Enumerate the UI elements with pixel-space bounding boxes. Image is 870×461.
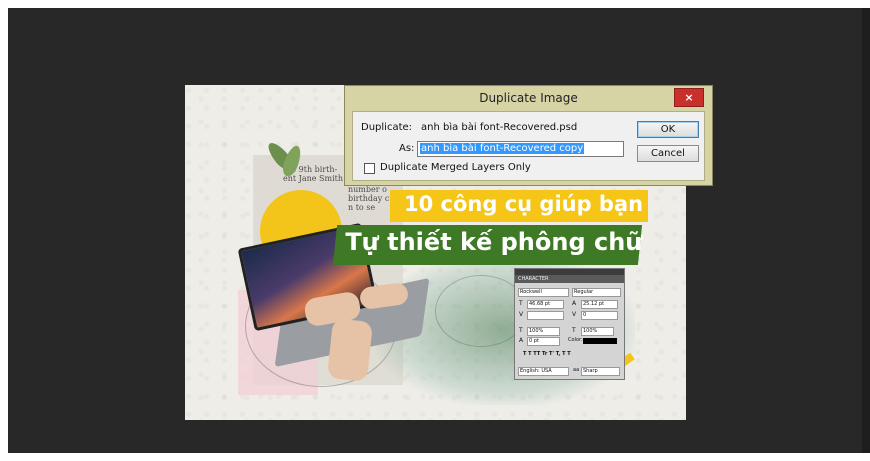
ok-button[interactable]: OK <box>637 121 699 138</box>
tracking-field: 0 <box>581 311 618 320</box>
character-panel: CHARACTER Rockwell Regular T 46.68 pt A … <box>514 268 625 380</box>
arm <box>326 318 374 382</box>
color-swatch <box>583 338 617 344</box>
kerning-field <box>527 311 564 320</box>
dialog-body: Duplicate: anh bìa bài font-Recovered.ps… <box>352 111 705 181</box>
news-text-2: ent Jane Smith <box>283 174 344 183</box>
antialias-label: aa <box>573 367 580 373</box>
leading-field: 25.12 pt <box>581 300 618 309</box>
new-name-input[interactable]: anh bìa bài font-Recovered copy <box>417 141 624 157</box>
horizontal-scale-icon: T <box>572 327 576 334</box>
antialias-field: Sharp <box>581 367 620 376</box>
tracking-icon: V <box>572 311 577 318</box>
font-size-icon: T <box>519 300 523 307</box>
as-label: As: <box>399 143 415 154</box>
font-style-field: Regular <box>572 288 621 297</box>
cancel-button[interactable]: Cancel <box>637 145 699 162</box>
font-size-field: 46.68 pt <box>527 300 564 309</box>
selected-text: anh bìa bài font-Recovered copy <box>420 143 585 154</box>
workspace-right-edge <box>862 8 870 453</box>
news-text-3: number o <box>348 185 387 194</box>
merged-layers-label[interactable]: Duplicate Merged Layers Only <box>380 162 531 173</box>
duplicate-image-dialog: Duplicate Image × Duplicate: anh bìa bài… <box>344 85 713 186</box>
headline-banner-green: Tự thiết kế phông chữ <box>332 225 643 265</box>
merged-layers-checkbox[interactable] <box>364 163 375 174</box>
horizontal-scale-field: 100% <box>581 327 614 336</box>
duplicate-label: Duplicate: <box>361 122 413 133</box>
close-button[interactable]: × <box>674 88 704 107</box>
news-text-5: n to se <box>348 203 376 212</box>
headline-line-1: 10 công cụ giúp bạn <box>404 192 644 216</box>
font-family-field: Rockwell <box>518 288 569 297</box>
dialog-title: Duplicate Image <box>479 91 578 105</box>
kerning-icon: V <box>519 311 524 318</box>
news-text-4: birthday c <box>348 194 390 203</box>
headline-line-2: Tự thiết kế phông chữ <box>345 228 643 256</box>
language-field: English: USA <box>518 367 569 376</box>
character-tab: CHARACTER <box>515 275 624 283</box>
baseline-field: 0 pt <box>527 337 560 346</box>
vertical-scale-icon: T <box>519 327 523 334</box>
baseline-icon: A <box>519 337 524 344</box>
type-style-buttons: T T TT Tr T' T, T T <box>523 351 571 357</box>
vertical-scale-field: 100% <box>527 327 560 336</box>
duplicate-filename: anh bìa bài font-Recovered.psd <box>421 122 578 133</box>
headline-banner-yellow: 10 công cụ giúp bạn <box>390 190 648 222</box>
color-label: Color: <box>568 337 583 343</box>
close-icon: × <box>684 91 694 104</box>
leading-icon: A <box>572 300 577 307</box>
dialog-titlebar[interactable]: Duplicate Image × <box>345 86 712 110</box>
